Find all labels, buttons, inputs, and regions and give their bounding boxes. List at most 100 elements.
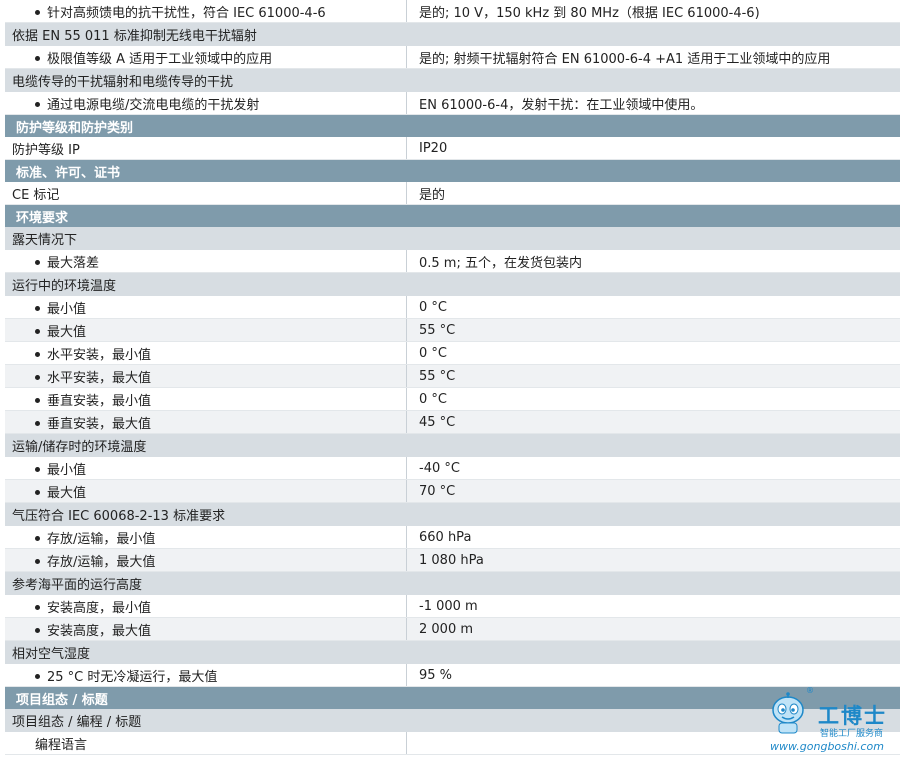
label-text: 环境要求 xyxy=(16,210,69,226)
label-text: 编程语言 xyxy=(35,737,88,753)
label-text: 电缆传导的干扰辐射和电缆传导的干扰 xyxy=(12,75,234,90)
spec-label: CE 标记 xyxy=(5,184,406,203)
value-text: 0.5 m; 五个，在发货包装内 xyxy=(419,255,582,271)
header-label: 相对空气湿度 xyxy=(5,643,406,662)
label-text: 水平安装，最大值 xyxy=(47,370,152,386)
spec-value: 95 % xyxy=(406,664,900,686)
value-text: 是的; 射频干扰辐射符合 EN 61000-6-4 +A1 适用于工业领域中的应… xyxy=(419,51,831,67)
spec-value xyxy=(406,434,900,457)
spec-value: 2 000 m xyxy=(406,618,900,640)
spec-row: 最小值 -40 °C xyxy=(5,457,900,480)
label-text: 最大落差 xyxy=(47,255,100,271)
group-header: 相对空气湿度 xyxy=(5,641,900,664)
spec-value xyxy=(406,227,900,250)
label-text: 防护等级和防护类别 xyxy=(16,120,134,136)
spec-label: 垂直安装，最大值 xyxy=(5,413,406,432)
spec-label: 最小值 xyxy=(5,459,406,478)
spec-value: EN 61000-6-4，发射干扰：在工业领域中使用。 xyxy=(406,92,900,114)
spec-value: 0 °C xyxy=(406,388,900,410)
spec-row: 存放/运输，最大值 1 080 hPa xyxy=(5,549,900,572)
spec-label: 最大值 xyxy=(5,482,406,501)
label-text: 25 °C 时无冷凝运行，最大值 xyxy=(47,669,218,685)
value-text: 0 °C xyxy=(419,391,447,407)
watermark-url: www.gongboshi.com xyxy=(770,740,884,753)
watermark: ® 工博士 智能工厂服务商 www.gongboshi.com xyxy=(760,686,900,765)
spec-label: 极限值等级 A 适用于工业领域中的应用 xyxy=(5,48,406,67)
bullet-icon xyxy=(35,673,40,679)
spec-value xyxy=(406,572,900,595)
label-text: 针对高频馈电的抗干扰性，符合 IEC 61000-4-6 xyxy=(47,5,326,21)
spec-row: 最大值 55 °C xyxy=(5,319,900,342)
spec-label: 垂直安装，最小值 xyxy=(5,390,406,409)
spec-value: 55 °C xyxy=(406,319,900,341)
spec-row: 存放/运输，最小值 660 hPa xyxy=(5,526,900,549)
label-text: 安装高度，最小值 xyxy=(47,600,152,616)
spec-row: 垂直安装，最大值 45 °C xyxy=(5,411,900,434)
header-label: 参考海平面的运行高度 xyxy=(5,574,406,593)
bullet-icon xyxy=(35,420,40,426)
spec-label: 存放/运输，最小值 xyxy=(5,528,406,547)
spec-row: 极限值等级 A 适用于工业领域中的应用 是的; 射频干扰辐射符合 EN 61000… xyxy=(5,46,900,69)
spec-label: 最小值 xyxy=(5,298,406,317)
spec-label: 安装高度，最大值 xyxy=(5,620,406,639)
value-text: 是的; 10 V，150 kHz 到 80 MHz（根据 IEC 61000-4… xyxy=(419,5,760,21)
label-text: 露天情况下 xyxy=(12,233,78,248)
value-text: IP20 xyxy=(419,140,448,156)
registered-mark: ® xyxy=(806,686,814,695)
spec-value: 1 080 hPa xyxy=(406,549,900,571)
spec-row: 针对高频馈电的抗干扰性，符合 IEC 61000-4-6 是的; 10 V，150… xyxy=(5,0,900,23)
spec-row: 最小值 0 °C xyxy=(5,296,900,319)
spec-label: 最大值 xyxy=(5,321,406,340)
value-text: 55 °C xyxy=(419,322,456,338)
spec-value: 是的; 射频干扰辐射符合 EN 61000-6-4 +A1 适用于工业领域中的应… xyxy=(406,46,900,68)
spec-value xyxy=(406,641,900,664)
bullet-icon xyxy=(35,351,40,357)
label-text: 垂直安装，最小值 xyxy=(47,393,152,409)
section-header: 防护等级和防护类别 xyxy=(5,115,900,137)
spec-value xyxy=(410,160,900,182)
bullet-icon xyxy=(35,55,40,61)
bullet-icon xyxy=(35,535,40,541)
label-text: 防护等级 IP xyxy=(12,142,80,158)
spec-label: 编程语言 xyxy=(5,734,406,753)
spec-label: 水平安装，最大值 xyxy=(5,367,406,386)
header-label: 依据 EN 55 011 标准抑制无线电干扰辐射 xyxy=(5,25,406,44)
spec-value: -1 000 m xyxy=(406,595,900,617)
spec-value xyxy=(410,115,900,137)
bullet-icon xyxy=(35,328,40,334)
value-text: EN 61000-6-4，发射干扰：在工业领域中使用。 xyxy=(419,97,704,113)
section-header: 标准、许可、证书 xyxy=(5,160,900,182)
bullet-icon xyxy=(35,558,40,564)
label-text: 依据 EN 55 011 标准抑制无线电干扰辐射 xyxy=(12,29,257,44)
spec-value: 0 °C xyxy=(406,342,900,364)
spec-row: 防护等级 IP IP20 xyxy=(5,137,900,160)
spec-row: 最大值 70 °C xyxy=(5,480,900,503)
header-label: 环境要求 xyxy=(9,207,410,226)
label-text: 项目组态 / 标题 xyxy=(16,692,108,708)
label-text: 最大值 xyxy=(47,324,87,340)
spec-value: 55 °C xyxy=(406,365,900,387)
group-header: 电缆传导的干扰辐射和电缆传导的干扰 xyxy=(5,69,900,92)
bullet-icon xyxy=(35,259,40,265)
label-text: 极限值等级 A 适用于工业领域中的应用 xyxy=(47,51,273,67)
spec-value xyxy=(410,205,900,227)
group-header: 运输/储存时的环境温度 xyxy=(5,434,900,457)
label-text: 标准、许可、证书 xyxy=(16,165,121,181)
spec-value: 660 hPa xyxy=(406,526,900,548)
spec-value xyxy=(406,69,900,92)
spec-row: 安装高度，最大值 2 000 m xyxy=(5,618,900,641)
spec-table: 针对高频馈电的抗干扰性，符合 IEC 61000-4-6 是的; 10 V，150… xyxy=(5,0,900,755)
spec-label: 25 °C 时无冷凝运行，最大值 xyxy=(5,666,406,685)
spec-value: 45 °C xyxy=(406,411,900,433)
bullet-icon xyxy=(35,489,40,495)
header-label: 运输/储存时的环境温度 xyxy=(5,436,406,455)
group-header: 露天情况下 xyxy=(5,227,900,250)
header-label: 项目组态 / 编程 / 标题 xyxy=(5,711,406,730)
spec-row: 25 °C 时无冷凝运行，最大值 95 % xyxy=(5,664,900,687)
spec-row: 水平安装，最小值 0 °C xyxy=(5,342,900,365)
label-text: 最大值 xyxy=(47,485,87,501)
label-text: 最小值 xyxy=(47,462,87,478)
label-text: 垂直安装，最大值 xyxy=(47,416,152,432)
group-header: 依据 EN 55 011 标准抑制无线电干扰辐射 xyxy=(5,23,900,46)
spec-value: 0.5 m; 五个，在发货包装内 xyxy=(406,250,900,272)
